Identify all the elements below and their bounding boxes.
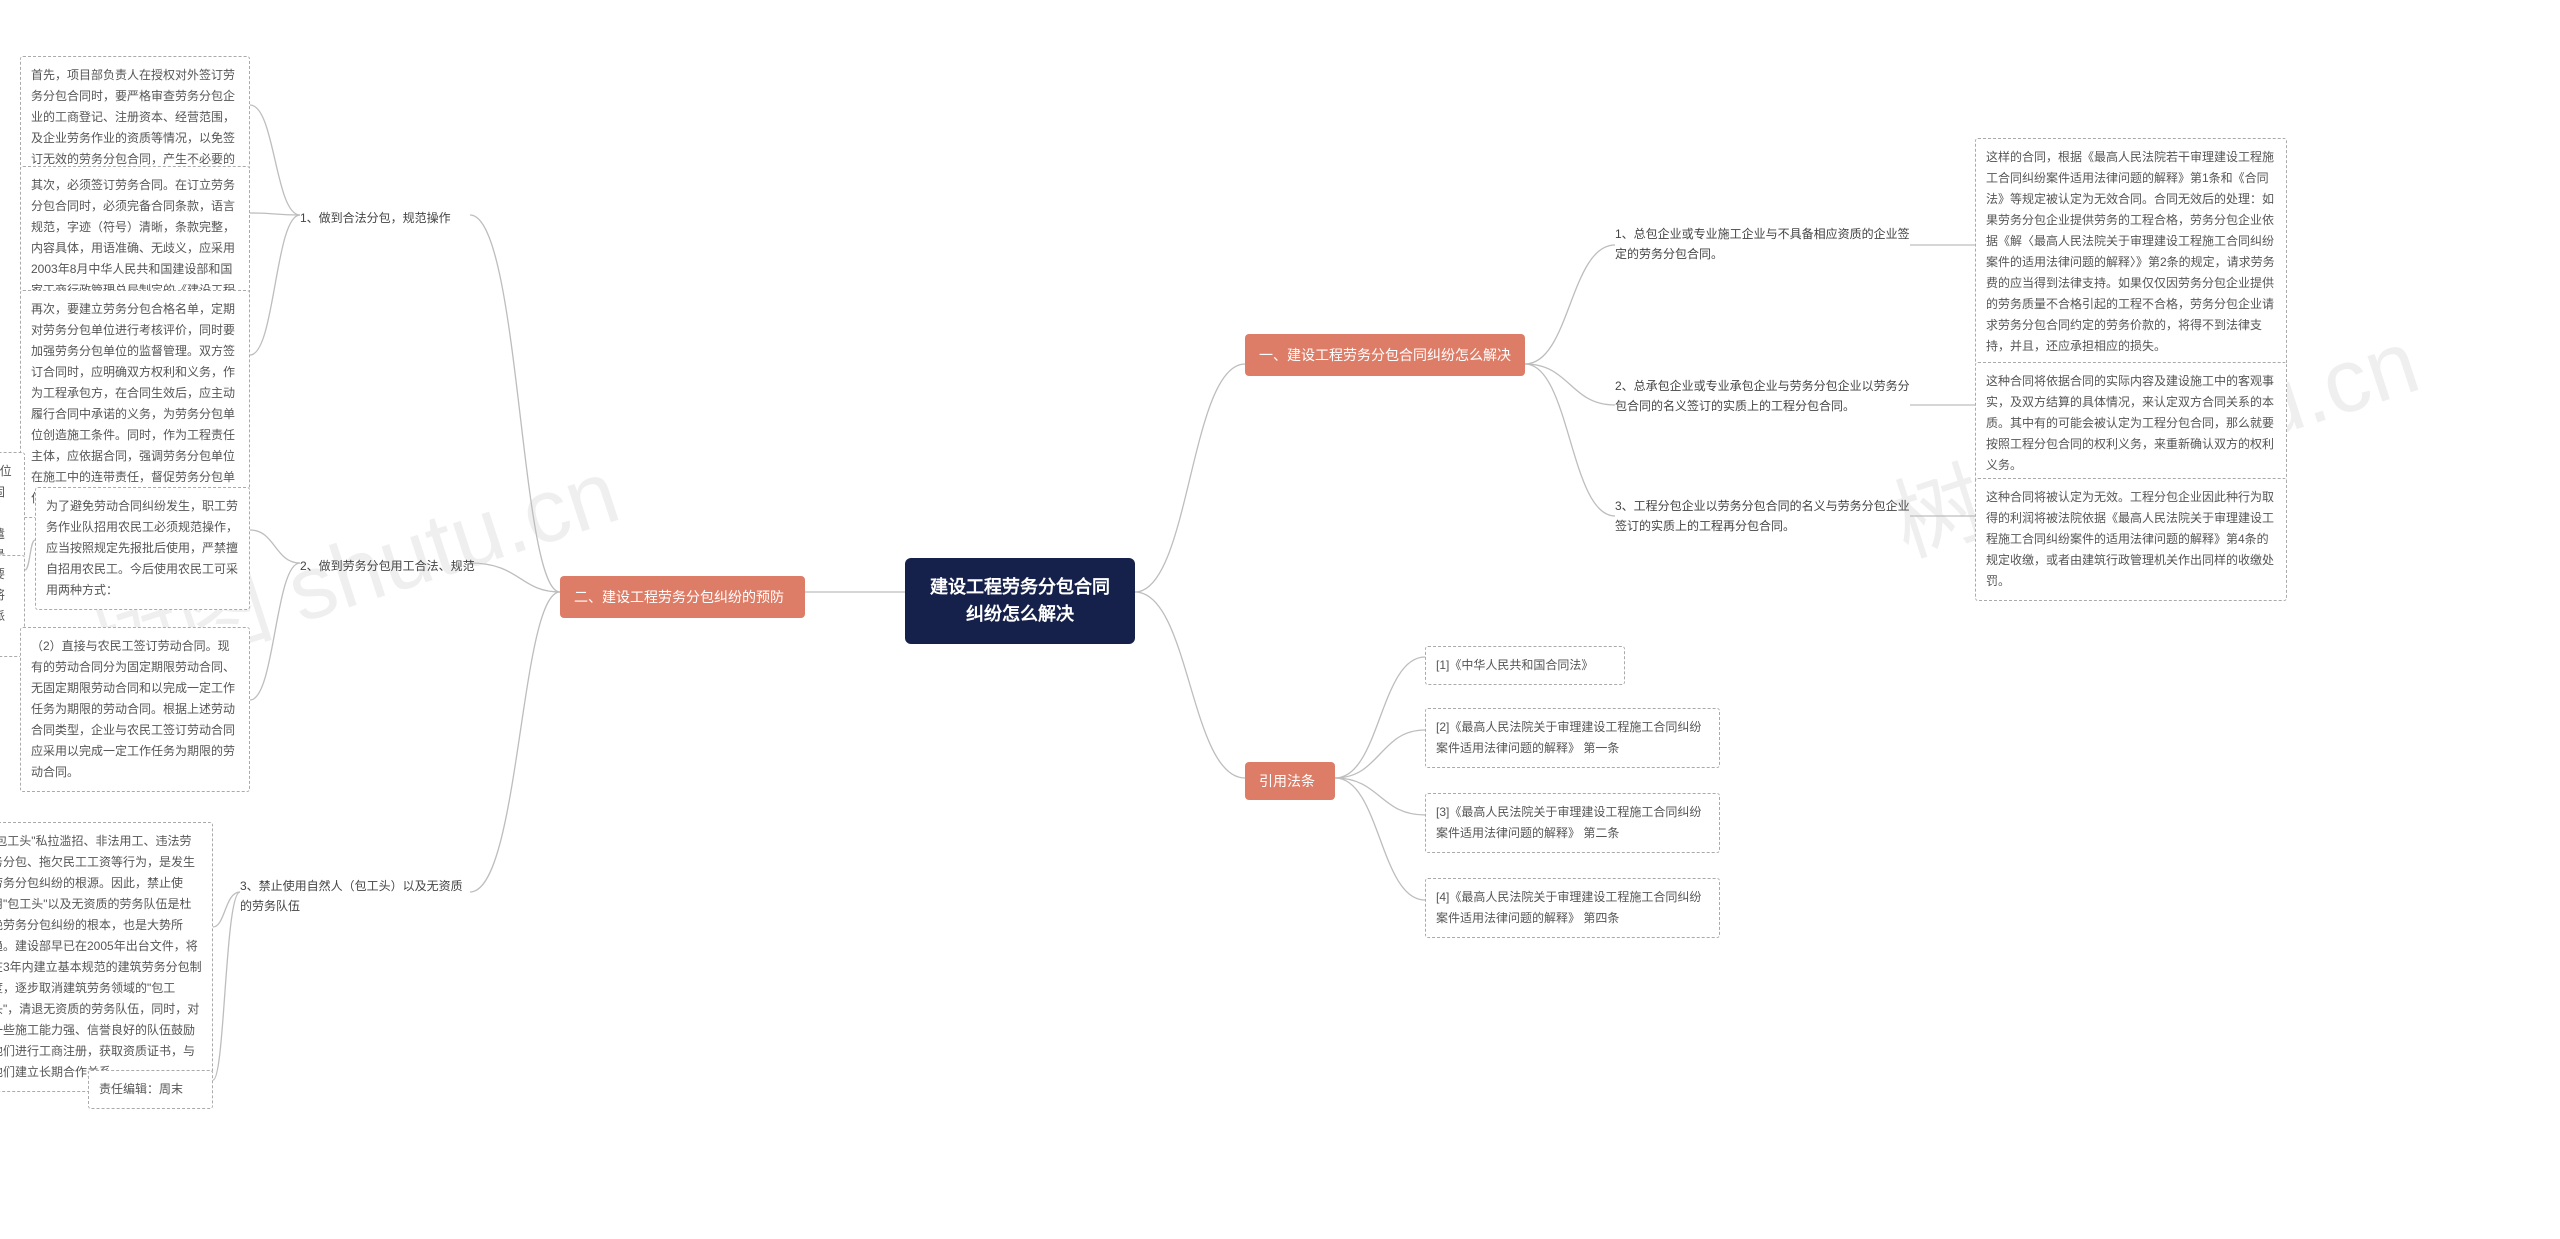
s1-item3-leaf: 这种合同将被认定为无效。工程分包企业因此种行为取得的利润将被法院依据《最高人民法…	[1975, 478, 2287, 601]
root-node: 建设工程劳务分包合同纠纷怎么解决	[905, 558, 1135, 644]
branch-refs: 引用法条	[1245, 762, 1335, 800]
s2-p2-intro: 为了避免劳动合同纠纷发生，职工劳务作业队招用农民工必须规范操作，应当按照规定先报…	[35, 487, 250, 610]
s1-item1-label: 1、总包企业或专业施工企业与不具备相应资质的企业签定的劳务分包合同。	[1615, 222, 1910, 267]
s1-item2-label: 2、总承包企业或专业承包企业与劳务分包企业以劳务分包合同的名义签订的实质上的工程…	[1615, 374, 1910, 419]
ref-4: [4]《最高人民法院关于审理建设工程施工合同纠纷案件适用法律问题的解释》 第四条	[1425, 878, 1720, 938]
ref-2: [2]《最高人民法院关于审理建设工程施工合同纠纷案件适用法律问题的解释》 第一条	[1425, 708, 1720, 768]
s2-p1-label: 1、做到合法分包，规范操作	[300, 206, 480, 230]
s2-p3-label: 3、禁止使用自然人（包工头）以及无资质的劳务队伍	[240, 874, 470, 919]
s2-p3-leaf-b: 责任编辑：周末	[88, 1070, 213, 1109]
ref-3: [3]《最高人民法院关于审理建设工程施工合同纠纷案件适用法律问题的解释》 第二条	[1425, 793, 1720, 853]
branch-section-1: 一、建设工程劳务分包合同纠纷怎么解决	[1245, 334, 1525, 376]
branch-section-2: 二、建设工程劳务分包纠纷的预防	[560, 576, 805, 618]
s1-item3-label: 3、工程分包企业以劳务分包合同的名义与劳务分包企业签订的实质上的工程再分包合同。	[1615, 494, 1910, 539]
s2-p2-leaf-c: （2）直接与农民工签订劳动合同。现有的劳动合同分为固定期限劳动合同、无固定期限劳…	[20, 627, 250, 792]
s1-item1-leaf: 这样的合同，根据《最高人民法院若干审理建设工程施工合同纠纷案件适用法律问题的解释…	[1975, 138, 2287, 366]
s2-p1-leaf-c: 再次，要建立劳务分包合格名单，定期对劳务分包单位进行考核评价，同时要加强劳务分包…	[20, 290, 250, 518]
ref-1: [1]《中华人民共和国合同法》	[1425, 646, 1625, 685]
s2-p3-leaf-a: "包工头"私拉滥招、非法用工、违法劳务分包、拖欠民工工资等行为，是发生劳务分包纠…	[0, 822, 213, 1092]
s1-item2-leaf: 这种合同将依据合同的实际内容及建设施工中的客观事实，及双方结算的具体情况，来认定…	[1975, 362, 2287, 485]
s2-p2-label: 2、做到劳务分包用工合法、规范	[300, 554, 495, 578]
